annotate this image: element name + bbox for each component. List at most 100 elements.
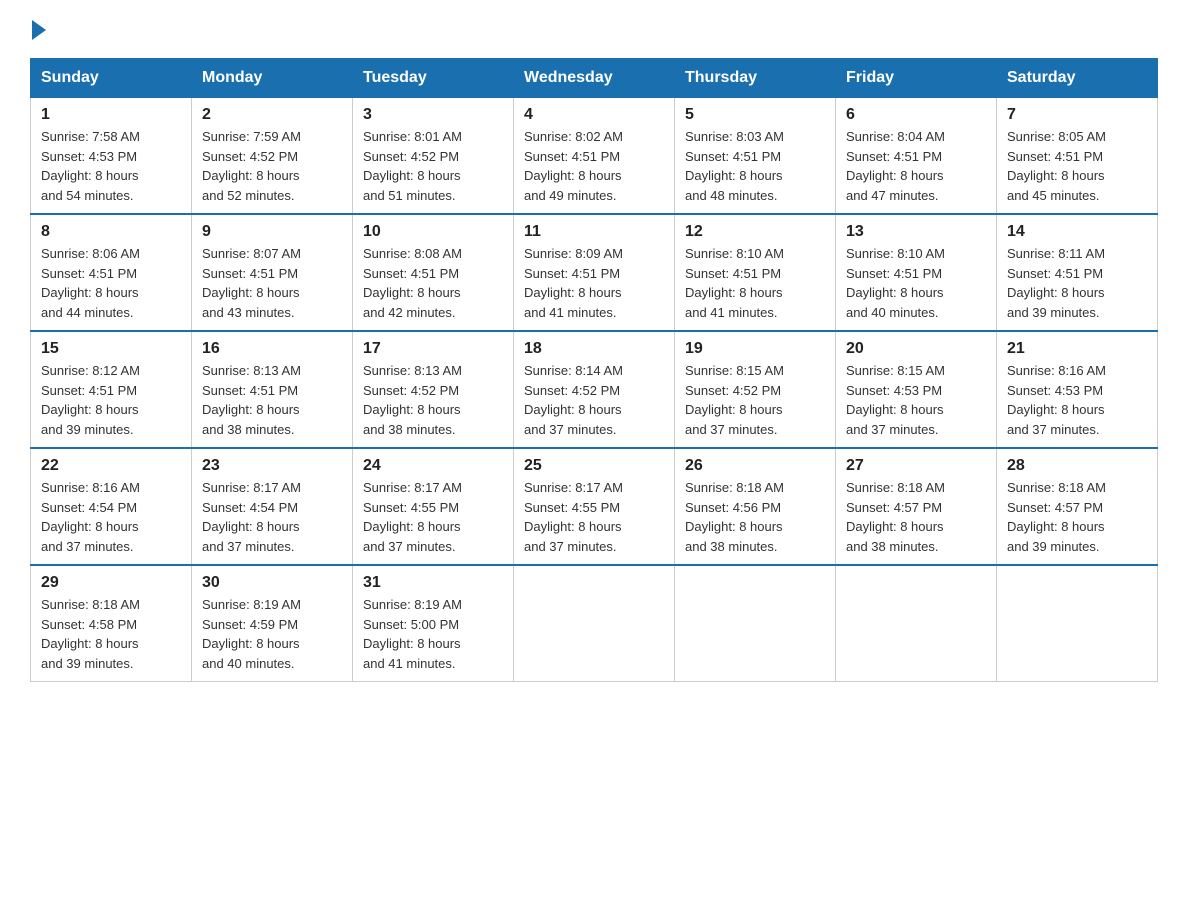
day-number: 9 xyxy=(202,223,342,241)
calendar-cell: 10 Sunrise: 8:08 AMSunset: 4:51 PMDaylig… xyxy=(353,214,514,331)
day-number: 11 xyxy=(524,223,664,241)
day-number: 4 xyxy=(524,106,664,124)
day-number: 23 xyxy=(202,457,342,475)
day-number: 26 xyxy=(685,457,825,475)
calendar-cell: 9 Sunrise: 8:07 AMSunset: 4:51 PMDayligh… xyxy=(192,214,353,331)
day-number: 17 xyxy=(363,340,503,358)
calendar-cell: 27 Sunrise: 8:18 AMSunset: 4:57 PMDaylig… xyxy=(836,448,997,565)
day-info: Sunrise: 7:59 AMSunset: 4:52 PMDaylight:… xyxy=(202,127,342,205)
column-header-tuesday: Tuesday xyxy=(353,59,514,98)
calendar-cell: 18 Sunrise: 8:14 AMSunset: 4:52 PMDaylig… xyxy=(514,331,675,448)
calendar-cell: 11 Sunrise: 8:09 AMSunset: 4:51 PMDaylig… xyxy=(514,214,675,331)
day-number: 24 xyxy=(363,457,503,475)
day-number: 28 xyxy=(1007,457,1147,475)
day-info: Sunrise: 8:14 AMSunset: 4:52 PMDaylight:… xyxy=(524,361,664,439)
calendar-cell: 5 Sunrise: 8:03 AMSunset: 4:51 PMDayligh… xyxy=(675,98,836,215)
day-info: Sunrise: 8:05 AMSunset: 4:51 PMDaylight:… xyxy=(1007,127,1147,205)
calendar-cell xyxy=(675,565,836,682)
day-info: Sunrise: 8:15 AMSunset: 4:52 PMDaylight:… xyxy=(685,361,825,439)
day-info: Sunrise: 8:12 AMSunset: 4:51 PMDaylight:… xyxy=(41,361,181,439)
day-info: Sunrise: 8:16 AMSunset: 4:53 PMDaylight:… xyxy=(1007,361,1147,439)
day-number: 18 xyxy=(524,340,664,358)
day-info: Sunrise: 8:17 AMSunset: 4:54 PMDaylight:… xyxy=(202,478,342,556)
calendar-cell xyxy=(514,565,675,682)
calendar-cell: 31 Sunrise: 8:19 AMSunset: 5:00 PMDaylig… xyxy=(353,565,514,682)
calendar-cell: 24 Sunrise: 8:17 AMSunset: 4:55 PMDaylig… xyxy=(353,448,514,565)
calendar-cell: 20 Sunrise: 8:15 AMSunset: 4:53 PMDaylig… xyxy=(836,331,997,448)
calendar-cell: 2 Sunrise: 7:59 AMSunset: 4:52 PMDayligh… xyxy=(192,98,353,215)
day-number: 16 xyxy=(202,340,342,358)
calendar-cell: 16 Sunrise: 8:13 AMSunset: 4:51 PMDaylig… xyxy=(192,331,353,448)
day-info: Sunrise: 8:03 AMSunset: 4:51 PMDaylight:… xyxy=(685,127,825,205)
week-row-2: 8 Sunrise: 8:06 AMSunset: 4:51 PMDayligh… xyxy=(31,214,1158,331)
day-number: 2 xyxy=(202,106,342,124)
day-number: 12 xyxy=(685,223,825,241)
calendar-cell: 30 Sunrise: 8:19 AMSunset: 4:59 PMDaylig… xyxy=(192,565,353,682)
day-info: Sunrise: 8:18 AMSunset: 4:57 PMDaylight:… xyxy=(1007,478,1147,556)
calendar-cell: 19 Sunrise: 8:15 AMSunset: 4:52 PMDaylig… xyxy=(675,331,836,448)
day-number: 20 xyxy=(846,340,986,358)
day-info: Sunrise: 8:17 AMSunset: 4:55 PMDaylight:… xyxy=(524,478,664,556)
calendar-cell xyxy=(836,565,997,682)
calendar-cell: 4 Sunrise: 8:02 AMSunset: 4:51 PMDayligh… xyxy=(514,98,675,215)
day-info: Sunrise: 8:18 AMSunset: 4:57 PMDaylight:… xyxy=(846,478,986,556)
day-info: Sunrise: 8:02 AMSunset: 4:51 PMDaylight:… xyxy=(524,127,664,205)
day-number: 21 xyxy=(1007,340,1147,358)
day-info: Sunrise: 8:13 AMSunset: 4:51 PMDaylight:… xyxy=(202,361,342,439)
calendar-cell: 12 Sunrise: 8:10 AMSunset: 4:51 PMDaylig… xyxy=(675,214,836,331)
day-number: 30 xyxy=(202,574,342,592)
calendar-cell: 26 Sunrise: 8:18 AMSunset: 4:56 PMDaylig… xyxy=(675,448,836,565)
column-header-wednesday: Wednesday xyxy=(514,59,675,98)
column-header-monday: Monday xyxy=(192,59,353,98)
day-info: Sunrise: 8:13 AMSunset: 4:52 PMDaylight:… xyxy=(363,361,503,439)
calendar-cell: 23 Sunrise: 8:17 AMSunset: 4:54 PMDaylig… xyxy=(192,448,353,565)
calendar-cell: 29 Sunrise: 8:18 AMSunset: 4:58 PMDaylig… xyxy=(31,565,192,682)
day-number: 22 xyxy=(41,457,181,475)
day-info: Sunrise: 8:18 AMSunset: 4:58 PMDaylight:… xyxy=(41,595,181,673)
calendar-cell: 6 Sunrise: 8:04 AMSunset: 4:51 PMDayligh… xyxy=(836,98,997,215)
day-number: 14 xyxy=(1007,223,1147,241)
day-number: 5 xyxy=(685,106,825,124)
calendar-cell: 7 Sunrise: 8:05 AMSunset: 4:51 PMDayligh… xyxy=(997,98,1158,215)
day-info: Sunrise: 8:06 AMSunset: 4:51 PMDaylight:… xyxy=(41,244,181,322)
calendar-cell: 13 Sunrise: 8:10 AMSunset: 4:51 PMDaylig… xyxy=(836,214,997,331)
day-info: Sunrise: 8:19 AMSunset: 4:59 PMDaylight:… xyxy=(202,595,342,673)
column-header-saturday: Saturday xyxy=(997,59,1158,98)
days-header-row: SundayMondayTuesdayWednesdayThursdayFrid… xyxy=(31,59,1158,98)
calendar-table: SundayMondayTuesdayWednesdayThursdayFrid… xyxy=(30,58,1158,682)
calendar-cell: 25 Sunrise: 8:17 AMSunset: 4:55 PMDaylig… xyxy=(514,448,675,565)
day-number: 19 xyxy=(685,340,825,358)
page-header xyxy=(30,20,1158,40)
day-info: Sunrise: 8:10 AMSunset: 4:51 PMDaylight:… xyxy=(685,244,825,322)
column-header-sunday: Sunday xyxy=(31,59,192,98)
column-header-friday: Friday xyxy=(836,59,997,98)
calendar-cell: 22 Sunrise: 8:16 AMSunset: 4:54 PMDaylig… xyxy=(31,448,192,565)
day-number: 15 xyxy=(41,340,181,358)
calendar-cell: 17 Sunrise: 8:13 AMSunset: 4:52 PMDaylig… xyxy=(353,331,514,448)
day-info: Sunrise: 8:09 AMSunset: 4:51 PMDaylight:… xyxy=(524,244,664,322)
day-info: Sunrise: 8:11 AMSunset: 4:51 PMDaylight:… xyxy=(1007,244,1147,322)
week-row-4: 22 Sunrise: 8:16 AMSunset: 4:54 PMDaylig… xyxy=(31,448,1158,565)
calendar-cell xyxy=(997,565,1158,682)
day-info: Sunrise: 8:08 AMSunset: 4:51 PMDaylight:… xyxy=(363,244,503,322)
column-header-thursday: Thursday xyxy=(675,59,836,98)
day-info: Sunrise: 8:18 AMSunset: 4:56 PMDaylight:… xyxy=(685,478,825,556)
week-row-1: 1 Sunrise: 7:58 AMSunset: 4:53 PMDayligh… xyxy=(31,98,1158,215)
day-number: 8 xyxy=(41,223,181,241)
day-number: 13 xyxy=(846,223,986,241)
logo xyxy=(30,20,48,40)
day-info: Sunrise: 8:10 AMSunset: 4:51 PMDaylight:… xyxy=(846,244,986,322)
day-number: 25 xyxy=(524,457,664,475)
logo-arrow-icon xyxy=(32,20,46,40)
day-info: Sunrise: 8:19 AMSunset: 5:00 PMDaylight:… xyxy=(363,595,503,673)
day-info: Sunrise: 8:04 AMSunset: 4:51 PMDaylight:… xyxy=(846,127,986,205)
calendar-cell: 28 Sunrise: 8:18 AMSunset: 4:57 PMDaylig… xyxy=(997,448,1158,565)
day-number: 31 xyxy=(363,574,503,592)
calendar-cell: 3 Sunrise: 8:01 AMSunset: 4:52 PMDayligh… xyxy=(353,98,514,215)
day-info: Sunrise: 8:15 AMSunset: 4:53 PMDaylight:… xyxy=(846,361,986,439)
calendar-cell: 15 Sunrise: 8:12 AMSunset: 4:51 PMDaylig… xyxy=(31,331,192,448)
calendar-cell: 8 Sunrise: 8:06 AMSunset: 4:51 PMDayligh… xyxy=(31,214,192,331)
calendar-cell: 14 Sunrise: 8:11 AMSunset: 4:51 PMDaylig… xyxy=(997,214,1158,331)
day-number: 7 xyxy=(1007,106,1147,124)
day-number: 3 xyxy=(363,106,503,124)
